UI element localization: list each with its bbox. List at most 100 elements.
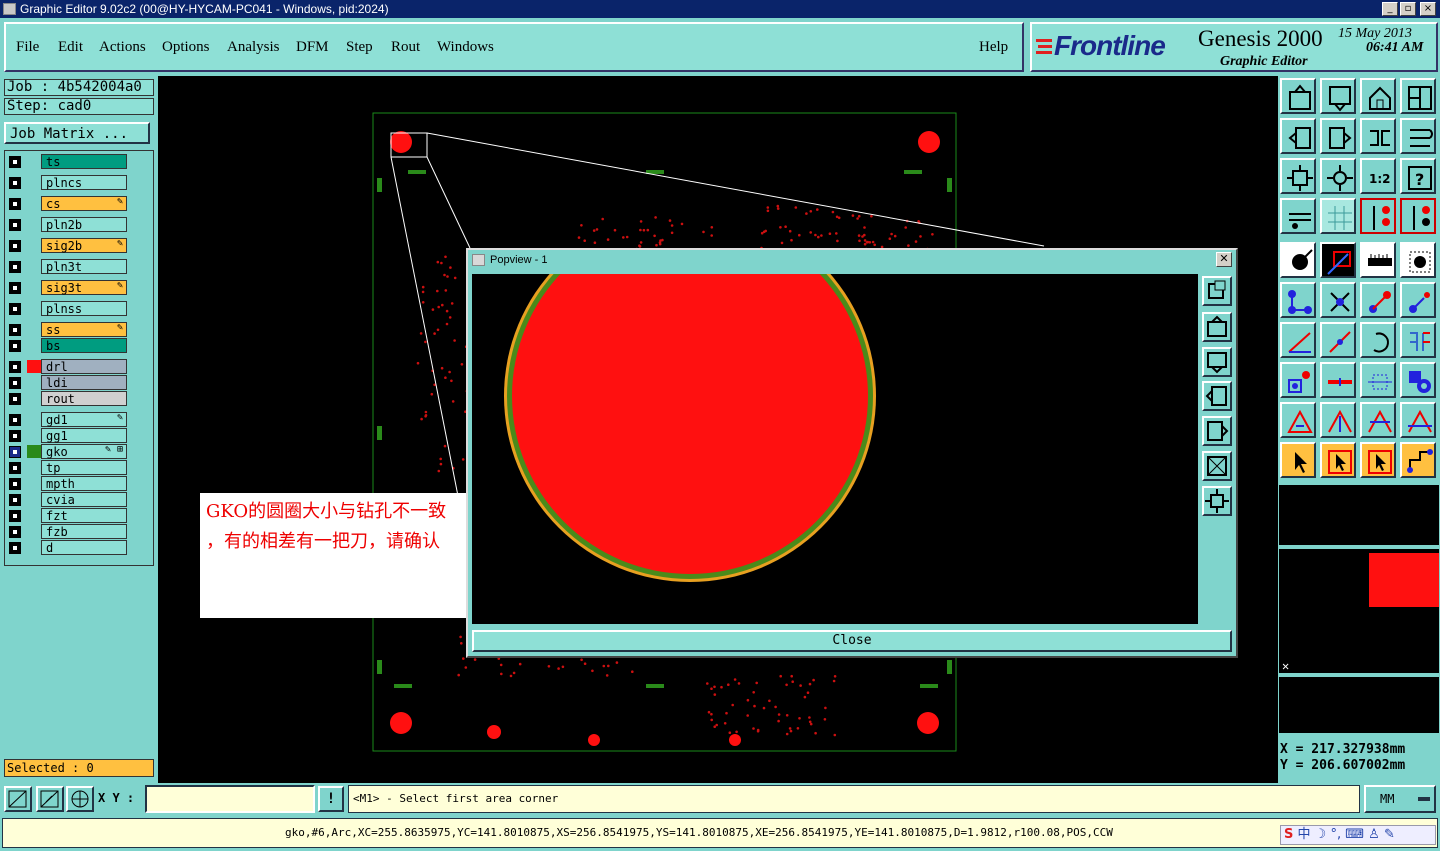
pan-right-icon[interactable] bbox=[1320, 118, 1356, 154]
layer-color-swatch[interactable] bbox=[27, 509, 41, 522]
xy-input[interactable] bbox=[145, 785, 315, 813]
layer-checkbox[interactable] bbox=[9, 414, 21, 426]
layer-name[interactable]: plnss bbox=[41, 301, 127, 316]
menu-dfm[interactable]: DFM bbox=[296, 39, 329, 56]
layer-row-cvia[interactable]: cvia bbox=[5, 492, 153, 507]
layer-name[interactable]: ss bbox=[41, 322, 127, 337]
menu-file[interactable]: File bbox=[16, 39, 39, 56]
layer-color-swatch[interactable] bbox=[27, 413, 41, 426]
grid-snap-icon[interactable] bbox=[66, 786, 94, 812]
pad-select-icon[interactable] bbox=[1280, 362, 1316, 398]
layer-color-swatch[interactable] bbox=[27, 323, 41, 336]
line-select-icon[interactable] bbox=[36, 786, 64, 812]
layer-checkbox[interactable] bbox=[9, 198, 21, 210]
layer-color-swatch[interactable] bbox=[27, 281, 41, 294]
grid-icon[interactable] bbox=[1320, 198, 1356, 234]
layer-checkbox[interactable] bbox=[9, 177, 21, 189]
layer-color-swatch[interactable] bbox=[27, 176, 41, 189]
layer-color-swatch[interactable] bbox=[27, 429, 41, 442]
measure-tool-icon[interactable] bbox=[1280, 198, 1316, 234]
layer-name[interactable]: fzt bbox=[41, 508, 127, 523]
layer-color-swatch[interactable] bbox=[27, 445, 41, 458]
layer-name[interactable]: gd1 bbox=[41, 412, 127, 427]
layer-checkbox[interactable] bbox=[9, 510, 21, 522]
layer-row-d[interactable]: d bbox=[5, 540, 153, 555]
ruler-icon[interactable] bbox=[1360, 242, 1396, 278]
layer-name[interactable]: gg1 bbox=[41, 428, 127, 443]
add-node-icon[interactable] bbox=[1400, 282, 1436, 318]
layer-name[interactable]: drl bbox=[41, 359, 127, 374]
layer-row-fzt[interactable]: fzt bbox=[5, 508, 153, 523]
help-query-icon[interactable]: ? bbox=[1400, 158, 1436, 194]
layer-name[interactable]: sig3t bbox=[41, 280, 127, 295]
menu-edit[interactable]: Edit bbox=[58, 39, 83, 56]
layer-name[interactable]: cs bbox=[41, 196, 127, 211]
layer-row-sig2b[interactable]: sig2b ✎ bbox=[5, 238, 153, 253]
split-view-icon[interactable] bbox=[1400, 78, 1436, 114]
pointer-icon[interactable] bbox=[1280, 442, 1316, 478]
layer-row-gd1[interactable]: gd1 ✎ bbox=[5, 412, 153, 427]
layer-color-swatch[interactable] bbox=[27, 392, 41, 405]
connect-nodes-icon[interactable] bbox=[1280, 282, 1316, 318]
layer-name[interactable]: pln3t bbox=[41, 259, 127, 274]
layer-row-gg1[interactable]: gg1 bbox=[5, 428, 153, 443]
units-selector[interactable]: MM bbox=[1364, 785, 1436, 813]
layer-color-swatch[interactable] bbox=[27, 260, 41, 273]
layer-name[interactable]: plncs bbox=[41, 175, 127, 190]
layer-row-fzb[interactable]: fzb bbox=[5, 524, 153, 539]
arc-tool-2-icon[interactable] bbox=[1400, 402, 1436, 438]
layer-checkbox[interactable] bbox=[9, 462, 21, 474]
popview-zoom-in-icon[interactable] bbox=[1202, 451, 1232, 481]
layer-name[interactable]: sig2b bbox=[41, 238, 127, 253]
triangle-tool-1-icon[interactable] bbox=[1280, 402, 1316, 438]
layer-row-rout[interactable]: rout bbox=[5, 391, 153, 406]
rotate-view-icon[interactable] bbox=[1400, 118, 1436, 154]
layer-checkbox[interactable] bbox=[9, 156, 21, 168]
select-feature-icon[interactable] bbox=[1280, 242, 1316, 278]
ime-tray[interactable]: S 中 ☽ °, ⌨ ♙ ✎ bbox=[1280, 825, 1436, 845]
job-matrix-button[interactable]: Job Matrix ... bbox=[4, 122, 150, 144]
layer-row-ts[interactable]: ts bbox=[5, 154, 153, 169]
menu-step[interactable]: Step bbox=[346, 39, 373, 56]
popview-close-icon[interactable]: ✕ bbox=[1216, 252, 1232, 267]
layer-color-swatch[interactable] bbox=[27, 218, 41, 231]
layer-row-sig3t[interactable]: sig3t ✎ bbox=[5, 280, 153, 295]
snap-on-icon[interactable] bbox=[1360, 198, 1396, 234]
popview-pan-left-icon[interactable] bbox=[1202, 381, 1232, 411]
layer-row-pln2b[interactable]: pln2b bbox=[5, 217, 153, 232]
layer-name[interactable]: ldi bbox=[41, 375, 127, 390]
route-tool-icon[interactable] bbox=[1400, 442, 1436, 478]
menu-options[interactable]: Options bbox=[162, 39, 210, 56]
arc-rotate-icon[interactable] bbox=[1360, 322, 1396, 358]
menu-windows[interactable]: Windows bbox=[437, 39, 494, 56]
resize-box-icon[interactable] bbox=[1360, 362, 1396, 398]
minimize-button[interactable]: _ bbox=[1382, 2, 1398, 16]
layer-color-swatch[interactable] bbox=[27, 339, 41, 352]
alert-icon[interactable]: ! bbox=[318, 786, 344, 812]
draw-line-icon[interactable] bbox=[1320, 322, 1356, 358]
layer-color-swatch[interactable] bbox=[27, 461, 41, 474]
dashed-square-icon[interactable] bbox=[1400, 242, 1436, 278]
layer-name[interactable]: ts bbox=[41, 154, 127, 169]
menu-actions[interactable]: Actions bbox=[99, 39, 146, 56]
zoom-down-icon[interactable] bbox=[1320, 78, 1356, 114]
layer-color-swatch[interactable] bbox=[27, 525, 41, 538]
layer-name[interactable]: pln2b bbox=[41, 217, 127, 232]
zoom-center-icon[interactable] bbox=[1320, 158, 1356, 194]
layer-row-ldi[interactable]: ldi bbox=[5, 375, 153, 390]
layer-name[interactable]: mpth bbox=[41, 476, 127, 491]
menu-analysis[interactable]: Analysis bbox=[227, 39, 280, 56]
menu-help[interactable]: Help bbox=[979, 39, 1008, 56]
layer-checkbox[interactable] bbox=[9, 261, 21, 273]
swap-view-icon[interactable] bbox=[1360, 118, 1396, 154]
layer-color-swatch[interactable] bbox=[27, 541, 41, 554]
layer-name[interactable]: tp bbox=[41, 460, 127, 475]
overview-map[interactable]: ✕ bbox=[1278, 548, 1440, 674]
layer-checkbox[interactable] bbox=[9, 446, 21, 458]
sogou-icon[interactable]: S bbox=[1284, 827, 1293, 842]
line-segment-icon[interactable] bbox=[1320, 362, 1356, 398]
popview-close-button[interactable]: Close bbox=[472, 630, 1232, 652]
layer-row-ss[interactable]: ss ✎ bbox=[5, 322, 153, 337]
layer-checkbox[interactable] bbox=[9, 377, 21, 389]
layer-checkbox[interactable] bbox=[9, 303, 21, 315]
